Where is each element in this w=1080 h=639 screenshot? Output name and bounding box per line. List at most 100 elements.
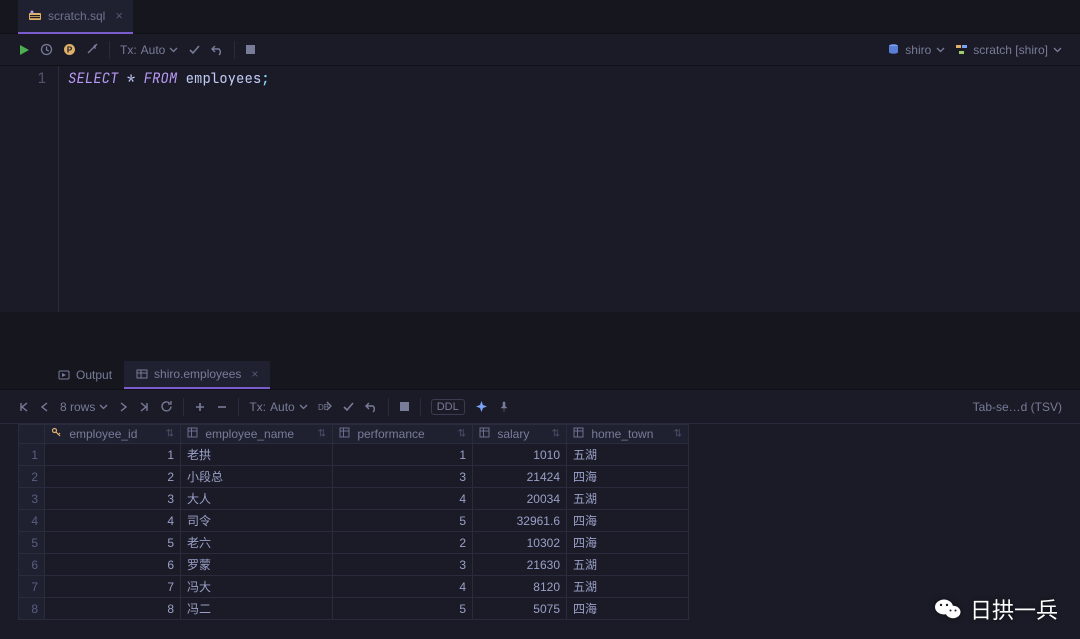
cell-employee-id[interactable]: 4	[45, 510, 181, 532]
output-tab[interactable]: Output	[46, 361, 124, 389]
schema-icon	[955, 43, 968, 56]
column-header-performance[interactable]: performance⇅	[333, 425, 473, 444]
cell-salary[interactable]: 8120	[473, 576, 567, 598]
datasource-selector[interactable]: shiro	[887, 43, 945, 57]
rollback-result-button[interactable]	[365, 400, 378, 413]
explain-plan-button[interactable]: P	[63, 43, 76, 56]
cell-home-town[interactable]: 四海	[567, 510, 689, 532]
cell-salary[interactable]: 21630	[473, 554, 567, 576]
cell-employee-id[interactable]: 1	[45, 444, 181, 466]
export-format-selector[interactable]: Tab-se…d (TSV)	[973, 400, 1062, 414]
add-row-button[interactable]	[194, 401, 206, 413]
panel-divider[interactable]	[0, 312, 1080, 360]
separator	[183, 398, 184, 416]
cell-home-town[interactable]: 四海	[567, 532, 689, 554]
next-page-button[interactable]	[118, 401, 128, 413]
cell-home-town[interactable]: 五湖	[567, 576, 689, 598]
history-button[interactable]	[40, 43, 53, 56]
result-toolbar: 8 rows Tx: Auto DB DDL Tab-se…d (TSV)	[0, 390, 1080, 424]
file-tab-scratch[interactable]: scratch.sql ×	[18, 0, 133, 34]
first-page-button[interactable]	[18, 401, 30, 413]
cell-employee-name[interactable]: 司令	[181, 510, 333, 532]
cell-employee-name[interactable]: 罗蒙	[181, 554, 333, 576]
file-tab-bar: scratch.sql ×	[0, 0, 1080, 34]
separator	[109, 41, 110, 59]
pin-button[interactable]	[498, 401, 510, 413]
cell-home-town[interactable]: 四海	[567, 466, 689, 488]
code-line[interactable]: SELECT * FROM employees;	[60, 66, 270, 312]
table-row[interactable]: 55老六210302四海	[19, 532, 689, 554]
last-page-button[interactable]	[138, 401, 150, 413]
cell-home-town[interactable]: 五湖	[567, 488, 689, 510]
table-row[interactable]: 66罗蒙321630五湖	[19, 554, 689, 576]
table-row[interactable]: 44司令532961.6四海	[19, 510, 689, 532]
table-row[interactable]: 33大人420034五湖	[19, 488, 689, 510]
cell-employee-id[interactable]: 2	[45, 466, 181, 488]
chevron-down-icon	[936, 45, 945, 54]
cell-employee-name[interactable]: 老六	[181, 532, 333, 554]
stop-button[interactable]	[245, 44, 256, 55]
cell-employee-id[interactable]: 3	[45, 488, 181, 510]
row-count-selector[interactable]: 8 rows	[60, 400, 108, 414]
settings-button[interactable]	[86, 43, 99, 56]
cell-performance[interactable]: 3	[333, 554, 473, 576]
row-corner	[19, 425, 45, 444]
cell-employee-name[interactable]: 小段总	[181, 466, 333, 488]
data-table[interactable]: employee_id⇅ employee_name⇅ performance⇅…	[18, 424, 689, 620]
cell-employee-name[interactable]: 大人	[181, 488, 333, 510]
submit-button[interactable]: DB	[318, 400, 332, 413]
result-tab-bar: Output shiro.employees ×	[0, 360, 1080, 390]
column-header-employee_id[interactable]: employee_id⇅	[45, 425, 181, 444]
cell-performance[interactable]: 2	[333, 532, 473, 554]
table-row[interactable]: 77冯大48120五湖	[19, 576, 689, 598]
column-header-salary[interactable]: salary⇅	[473, 425, 567, 444]
table-row[interactable]: 22小段总321424四海	[19, 466, 689, 488]
rollback-button[interactable]	[211, 43, 224, 56]
cell-employee-name[interactable]: 老拱	[181, 444, 333, 466]
cell-employee-name[interactable]: 冯二	[181, 598, 333, 620]
column-header-home_town[interactable]: home_town⇅	[567, 425, 689, 444]
table-row[interactable]: 11老拱11010五湖	[19, 444, 689, 466]
column-header-employee_name[interactable]: employee_name⇅	[181, 425, 333, 444]
cell-performance[interactable]: 4	[333, 488, 473, 510]
cell-performance[interactable]: 4	[333, 576, 473, 598]
cell-home-town[interactable]: 四海	[567, 598, 689, 620]
cell-performance[interactable]: 1	[333, 444, 473, 466]
cell-performance[interactable]: 5	[333, 598, 473, 620]
cell-salary[interactable]: 5075	[473, 598, 567, 620]
cell-employee-id[interactable]: 5	[45, 532, 181, 554]
cell-salary[interactable]: 21424	[473, 466, 567, 488]
cell-employee-id[interactable]: 6	[45, 554, 181, 576]
result-tx-mode[interactable]: Tx: Auto	[249, 400, 307, 414]
close-icon[interactable]: ×	[115, 8, 123, 23]
tx-mode-selector[interactable]: Tx: Auto	[120, 43, 178, 57]
cell-employee-id[interactable]: 8	[45, 598, 181, 620]
prev-page-button[interactable]	[40, 401, 50, 413]
cell-home-town[interactable]: 五湖	[567, 444, 689, 466]
cancel-query-button[interactable]	[399, 401, 410, 412]
cell-salary[interactable]: 1010	[473, 444, 567, 466]
remove-row-button[interactable]	[216, 401, 228, 413]
reload-button[interactable]	[160, 400, 173, 413]
cell-salary[interactable]: 20034	[473, 488, 567, 510]
cell-home-town[interactable]: 五湖	[567, 554, 689, 576]
sql-editor[interactable]: 1 SELECT * FROM employees;	[0, 66, 1080, 312]
commit-result-button[interactable]	[342, 400, 355, 413]
result-tab-employees[interactable]: shiro.employees ×	[124, 361, 270, 389]
ddl-button[interactable]: DDL	[431, 399, 465, 415]
cell-salary[interactable]: 10302	[473, 532, 567, 554]
cell-employee-name[interactable]: 冯大	[181, 576, 333, 598]
table-row[interactable]: 88冯二55075四海	[19, 598, 689, 620]
commit-button[interactable]	[188, 43, 201, 56]
cell-performance[interactable]: 3	[333, 466, 473, 488]
run-button[interactable]	[18, 44, 30, 56]
cell-employee-id[interactable]: 7	[45, 576, 181, 598]
row-number: 4	[19, 510, 45, 532]
cell-performance[interactable]: 5	[333, 510, 473, 532]
ai-assist-button[interactable]	[475, 400, 488, 413]
row-number: 8	[19, 598, 45, 620]
close-icon[interactable]: ×	[251, 367, 258, 381]
row-number: 2	[19, 466, 45, 488]
cell-salary[interactable]: 32961.6	[473, 510, 567, 532]
schema-selector[interactable]: scratch [shiro]	[955, 43, 1062, 57]
